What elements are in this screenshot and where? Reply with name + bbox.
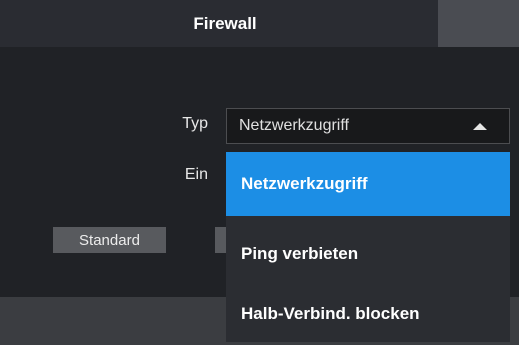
dropdown-option-label: Netzwerkzugriff (241, 174, 368, 193)
dropdown-option-ping-verbieten[interactable]: Ping verbieten (226, 226, 510, 282)
enable-label: Ein (184, 166, 208, 183)
standard-button[interactable]: Standard (53, 227, 166, 253)
type-label: Typ (182, 115, 208, 132)
dropdown-option-netzwerkzugriff[interactable]: Netzwerkzugriff (226, 152, 510, 216)
type-select-value: Netzwerkzugriff (239, 117, 349, 134)
caret-up-icon (473, 123, 487, 130)
dropdown-option-label: Ping verbieten (241, 244, 359, 263)
tab-bar: Firewall (0, 0, 519, 47)
tab-firewall[interactable]: Firewall (12, 0, 438, 47)
tab-other[interactable] (438, 0, 519, 47)
dropdown-option-label: Halb-Verbind. blocken (241, 304, 420, 323)
dropdown-option-halb-verbind-blocken[interactable]: Halb-Verbind. blocken (226, 286, 510, 342)
standard-button-label: Standard (79, 231, 140, 249)
type-dropdown-menu: Netzwerkzugriff Ping verbieten Halb-Verb… (226, 152, 510, 342)
type-select[interactable]: Netzwerkzugriff (226, 108, 510, 144)
tab-firewall-label: Firewall (193, 13, 257, 33)
